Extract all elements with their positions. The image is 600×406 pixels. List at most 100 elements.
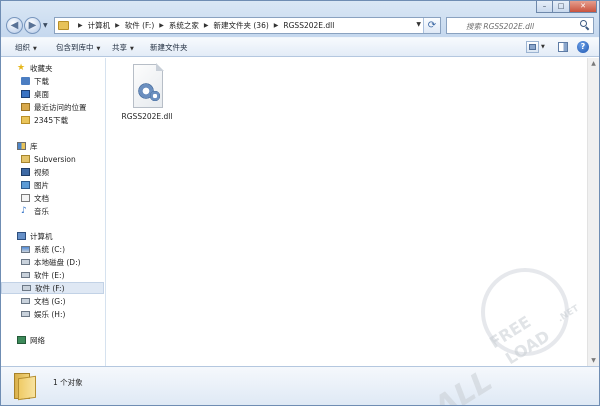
sidebar-item-drive-c[interactable]: 系统 (C:)	[1, 243, 104, 255]
documents-icon	[21, 194, 30, 202]
drive-icon	[21, 298, 30, 304]
sidebar-item-drive-g[interactable]: 文档 (G:)	[1, 295, 104, 307]
drive-icon	[21, 311, 30, 317]
sidebar-item-drive-f[interactable]: 软件 (F:)	[1, 282, 104, 294]
sidebar-item-label: 下载	[34, 76, 49, 86]
organize-label: 组织	[15, 43, 30, 52]
music-note-icon: ♪	[21, 206, 27, 216]
sidebar-item-label: 视频	[34, 167, 49, 177]
sidebar-computer-label: 计算机	[30, 231, 53, 241]
refresh-icon: ⟳	[427, 20, 437, 31]
close-button[interactable]: ✕	[570, 1, 597, 13]
breadcrumb-separator-icon[interactable]: ▶	[204, 22, 209, 29]
include-in-library-label: 包含到库中	[56, 43, 94, 52]
recent-places-icon	[21, 103, 30, 111]
address-history-chevron-icon[interactable]: ▼	[416, 21, 421, 28]
sidebar-item-subversion[interactable]: Subversion	[1, 153, 104, 165]
window-controls: – □ ✕	[536, 1, 597, 13]
folder-icon	[14, 373, 36, 401]
breadcrumb-separator-icon[interactable]: ▶	[159, 22, 164, 29]
desktop-icon	[21, 90, 30, 98]
sidebar-item-label: 2345下载	[34, 115, 69, 125]
subversion-library-icon	[21, 155, 30, 163]
sidebar-network-header[interactable]: 网络	[1, 334, 104, 346]
sidebar-item-recent-places[interactable]: 最近访问的位置	[1, 101, 104, 113]
sidebar-item-label: 系统 (C:)	[34, 244, 65, 254]
change-view-button[interactable]	[526, 41, 539, 53]
sidebar-item-drive-h[interactable]: 娱乐 (H:)	[1, 308, 104, 320]
sidebar-item-label: 软件 (F:)	[35, 283, 65, 293]
sidebar-item-label: 娱乐 (H:)	[34, 309, 66, 319]
refresh-button[interactable]: ⟳	[423, 18, 440, 33]
system-drive-icon	[21, 245, 30, 253]
forward-arrow-icon: ▶	[28, 20, 37, 31]
breadcrumb-xitongzhijia[interactable]: 系统之家	[169, 20, 199, 31]
back-arrow-icon: ◀	[10, 20, 19, 31]
sidebar-item-label: 文档	[34, 193, 49, 203]
sidebar-item-label: 图片	[34, 180, 49, 190]
downloads-folder-icon	[21, 77, 30, 85]
vertical-scrollbar[interactable]: ▲ ▼	[587, 58, 599, 366]
pictures-icon	[21, 181, 30, 189]
sidebar-item-desktop[interactable]: 桌面	[1, 88, 104, 100]
search-icon[interactable]	[580, 20, 590, 31]
folder-icon	[21, 116, 30, 124]
scroll-up-arrow-icon[interactable]: ▲	[588, 58, 599, 69]
breadcrumb-new-folder-36[interactable]: 新建文件夹 (36)	[214, 20, 269, 31]
star-icon: ★	[17, 63, 26, 73]
maximize-button[interactable]: □	[553, 1, 570, 13]
chevron-down-icon: ▼	[43, 22, 48, 29]
file-name: RGSS202E.dll	[121, 112, 173, 121]
sidebar-favorites-header[interactable]: ★ 收藏夹	[1, 62, 104, 74]
breadcrumb-current[interactable]: RGSS202E.dll	[283, 21, 334, 30]
navigation-pane: ★ 收藏夹 下载 桌面 最近访问的位置 2345下载 库 Subversion 视…	[1, 58, 106, 366]
share-button[interactable]: 共享 ▼	[112, 42, 134, 53]
forward-button[interactable]: ▶	[24, 17, 41, 34]
sidebar-item-label: 最近访问的位置	[34, 102, 87, 112]
address-bar[interactable]: ▶ 计算机 ▶ 软件 (F:) ▶ 系统之家 ▶ 新建文件夹 (36) ▶ RG…	[54, 17, 441, 34]
explorer-window: ◀ ▶ ▼ ▶ 计算机 ▶ 软件 (F:) ▶ 系统之家 ▶ 新建文件夹 (36…	[0, 0, 600, 406]
command-toolbar: 组织 ▼ 包含到库中 ▼ 共享 ▼ 新建文件夹 ▼ ?	[1, 37, 599, 57]
minimize-button[interactable]: –	[536, 1, 553, 13]
dll-gear-file-icon	[133, 63, 164, 108]
details-pane: 1 个对象	[1, 366, 599, 405]
sidebar-item-pictures[interactable]: 图片	[1, 179, 104, 191]
sidebar-item-label: 文档 (G:)	[34, 296, 66, 306]
preview-pane-button[interactable]	[558, 42, 568, 52]
search-input[interactable]: 搜索 RGSS202E.dll	[446, 17, 594, 34]
folder-icon	[58, 21, 69, 30]
chevron-down-icon: ▼	[130, 46, 134, 52]
sidebar-item-drive-d[interactable]: 本地磁盘 (D:)	[1, 256, 104, 268]
breadcrumb-computer[interactable]: 计算机	[88, 20, 111, 31]
scroll-down-arrow-icon[interactable]: ▼	[588, 355, 599, 366]
sidebar-item-music[interactable]: ♪ 音乐	[1, 205, 104, 217]
breadcrumb-separator-icon: ▶	[78, 22, 83, 29]
sidebar-item-drive-e[interactable]: 软件 (E:)	[1, 269, 104, 281]
sidebar-item-label: 桌面	[34, 89, 49, 99]
drive-icon	[21, 259, 30, 265]
sidebar-computer-header[interactable]: 计算机	[1, 230, 104, 242]
sidebar-item-label: 音乐	[34, 206, 49, 216]
sidebar-libraries-label: 库	[30, 141, 38, 151]
drive-icon	[22, 285, 31, 291]
file-item[interactable]: RGSS202E.dll	[117, 62, 177, 126]
sidebar-libraries-header[interactable]: 库	[1, 140, 104, 152]
recent-pages-dropdown[interactable]: ▼	[43, 22, 48, 29]
breadcrumb-separator-icon[interactable]: ▶	[274, 22, 279, 29]
organize-button[interactable]: 组织 ▼	[15, 42, 37, 53]
breadcrumb-drive-f[interactable]: 软件 (F:)	[125, 20, 155, 31]
file-list[interactable]: RGSS202E.dll	[107, 58, 586, 366]
sidebar-item-downloads[interactable]: 下载	[1, 75, 104, 87]
back-button[interactable]: ◀	[6, 17, 23, 34]
sidebar-item-2345-downloads[interactable]: 2345下载	[1, 114, 104, 126]
help-button[interactable]: ?	[577, 41, 589, 53]
new-folder-button[interactable]: 新建文件夹	[150, 42, 188, 53]
breadcrumb-separator-icon[interactable]: ▶	[115, 22, 120, 29]
drive-icon	[21, 272, 30, 278]
sidebar-item-documents[interactable]: 文档	[1, 192, 104, 204]
sidebar-item-label: Subversion	[34, 154, 76, 164]
sidebar-item-videos[interactable]: 视频	[1, 166, 104, 178]
include-in-library-button[interactable]: 包含到库中 ▼	[56, 42, 100, 53]
computer-icon	[17, 232, 26, 240]
view-options-chevron-icon[interactable]: ▼	[541, 44, 545, 50]
